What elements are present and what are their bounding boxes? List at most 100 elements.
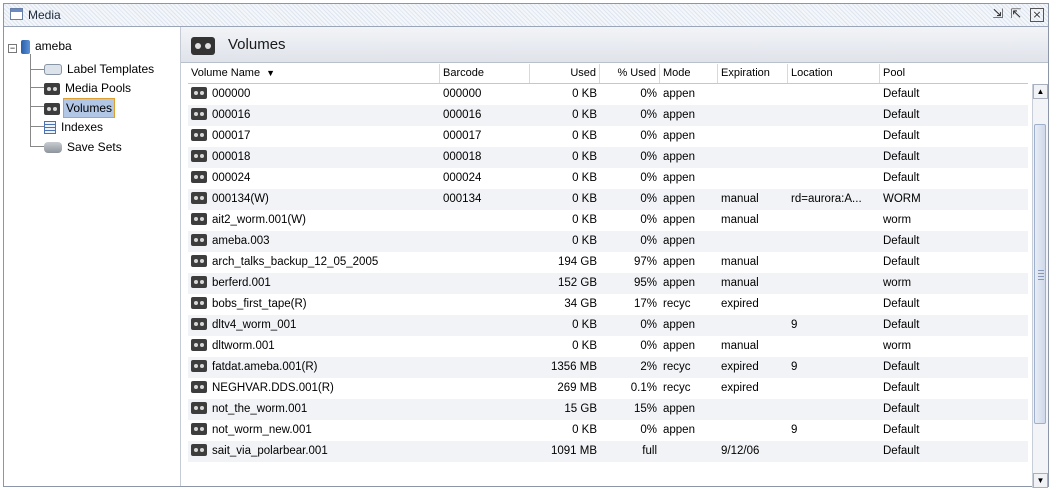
table-row[interactable]: not_worm_new.001 0 KB 0% appen 9 Default — [188, 420, 1028, 441]
cell-pct: 0% — [640, 88, 657, 100]
cell-name: bobs_first_tape(R) — [188, 294, 440, 315]
table-row[interactable]: arch_talks_backup_12_05_2005 194 GB 97% app… — [188, 252, 1028, 273]
cell-pct: 97% — [633, 256, 657, 268]
cell-barcode — [440, 357, 530, 378]
tree-item-media-pools[interactable]: Media Pools — [44, 79, 133, 97]
cell-used: 0 KB — [572, 172, 597, 184]
column-header-barcode[interactable]: Barcode — [440, 64, 530, 83]
scroll-up-icon[interactable]: ▲ — [1033, 84, 1048, 99]
volume-name: not_worm_new.001 — [212, 424, 312, 436]
table-row[interactable]: 000016 000016 0 KB 0% appen Default — [188, 105, 1028, 126]
cell-pct: 0% — [640, 130, 657, 142]
column-header-expiration[interactable]: Expiration — [718, 64, 788, 83]
undock-icon[interactable]: ⇲ — [990, 7, 1006, 23]
cell-location — [788, 273, 880, 294]
table-row[interactable]: not_the_worm.001 15 GB 15% appen Default — [188, 399, 1028, 420]
cell-mode: appen — [663, 193, 695, 205]
cell-expiration — [718, 147, 788, 168]
table-row[interactable]: fatdat.ameba.001(R) 1356 MB 2% recyc expired… — [188, 357, 1028, 378]
cell-name: arch_talks_backup_12_05_2005 — [188, 252, 440, 273]
vertical-scrollbar[interactable]: ▲ ▼ — [1032, 84, 1048, 488]
tape-icon — [191, 296, 207, 309]
cell-expiration: manual — [721, 340, 759, 352]
table-row[interactable]: 000017 000017 0 KB 0% appen Default — [188, 126, 1028, 147]
panel-header: Volumes — [181, 27, 1048, 63]
label-template-icon — [44, 64, 62, 76]
cell-expiration — [718, 231, 788, 252]
column-header-used[interactable]: Used — [530, 64, 600, 83]
tape-icon — [191, 86, 207, 99]
cell-barcode — [440, 420, 530, 441]
cell-used: 0 KB — [572, 424, 597, 436]
cell-used: 1356 MB — [550, 361, 597, 373]
cell-pool: Default — [883, 298, 920, 310]
table-row[interactable]: bobs_first_tape(R) 34 GB 17% recyc expired De… — [188, 294, 1028, 315]
cell-used: 0 KB — [572, 214, 597, 226]
table-row[interactable]: 000018 000018 0 KB 0% appen Default — [188, 147, 1028, 168]
cell-pct: 0% — [640, 151, 657, 163]
cell-used: 0 KB — [572, 109, 597, 121]
column-header-location[interactable]: Location — [788, 64, 880, 83]
tape-icon — [191, 37, 215, 55]
cell-used: 269 MB — [557, 382, 597, 394]
table-row[interactable]: ait2_worm.001(W) 0 KB 0% appen manual worm — [188, 210, 1028, 231]
table-row[interactable]: sait_via_polarbear.001 1091 MB full 9/12/06… — [188, 441, 1028, 462]
table-row[interactable]: dltworm.001 0 KB 0% appen manual worm — [188, 336, 1028, 357]
cell-used: 34 GB — [564, 298, 597, 310]
save-set-icon — [44, 142, 62, 154]
tree-connector — [30, 126, 44, 127]
table-row[interactable]: dltv4_worm_001 0 KB 0% appen 9 Default — [188, 315, 1028, 336]
tree-item-volumes[interactable]: Volumes — [44, 98, 116, 118]
cell-name: dltworm.001 — [188, 336, 440, 357]
cell-location — [788, 84, 880, 105]
cell-pool: Default — [883, 382, 920, 394]
maximize-icon[interactable]: ⇱ — [1008, 7, 1024, 23]
tape-icon — [191, 401, 207, 414]
close-icon[interactable]: × — [1030, 8, 1044, 22]
cell-name: 000018 — [188, 147, 440, 168]
column-header-percent-used[interactable]: % Used — [600, 64, 660, 83]
cell-location — [788, 378, 880, 399]
tree-connector — [30, 106, 44, 107]
table-row[interactable]: berferd.001 152 GB 95% appen manual worm — [188, 273, 1028, 294]
tree-root-ameba[interactable]: ameba — [21, 37, 74, 55]
column-header-volume-name[interactable]: Volume Name ▼ — [188, 64, 440, 83]
cell-used: 152 GB — [558, 277, 597, 289]
cell-location — [788, 210, 880, 231]
cell-used: 0 KB — [572, 340, 597, 352]
tree-item-save-sets[interactable]: Save Sets — [44, 138, 124, 156]
cell-pct: 0% — [640, 424, 657, 436]
cell-name: 000017 — [188, 126, 440, 147]
volume-name: ait2_worm.001(W) — [212, 214, 306, 226]
volume-name: sait_via_polarbear.001 — [212, 445, 328, 457]
tree-item-label-templates[interactable]: Label Templates — [44, 60, 156, 78]
cell-expiration: 9/12/06 — [721, 445, 760, 457]
cell-barcode — [440, 315, 530, 336]
scroll-down-icon[interactable]: ▼ — [1033, 473, 1048, 488]
collapse-icon[interactable]: − — [8, 44, 17, 53]
cell-location: rd=aurora:A... — [791, 193, 862, 205]
table-row[interactable]: 000134(W) 000134 0 KB 0% appen manual rd=auror… — [188, 189, 1028, 210]
cell-location — [788, 168, 880, 189]
cell-location — [788, 336, 880, 357]
tree-item-indexes[interactable]: Indexes — [44, 118, 105, 136]
cell-barcode — [440, 378, 530, 399]
table-row[interactable]: 000000 000000 0 KB 0% appen Default — [188, 84, 1028, 105]
cell-pct: 0% — [640, 109, 657, 121]
cell-pool: worm — [883, 277, 912, 289]
cell-pct: 0% — [640, 193, 657, 205]
column-header-mode[interactable]: Mode — [660, 64, 718, 83]
cell-barcode: 000000 — [443, 88, 482, 100]
cell-expiration — [718, 399, 788, 420]
navigation-tree: − ameba Label Templates Media Pools Volu… — [4, 27, 181, 486]
cell-pool: Default — [883, 151, 920, 163]
table-row[interactable]: ameba.003 0 KB 0% appen Default — [188, 231, 1028, 252]
tape-icon — [191, 254, 207, 267]
table-row[interactable]: 000024 000024 0 KB 0% appen Default — [188, 168, 1028, 189]
volume-name: fatdat.ameba.001(R) — [212, 361, 318, 373]
table-row[interactable]: NEGHVAR.DDS.001(R) 269 MB 0.1% recyc expired… — [188, 378, 1028, 399]
scrollbar-thumb[interactable] — [1034, 124, 1046, 424]
cell-mode: appen — [663, 109, 695, 121]
cell-name: berferd.001 — [188, 273, 440, 294]
column-header-pool[interactable]: Pool — [880, 64, 1028, 83]
